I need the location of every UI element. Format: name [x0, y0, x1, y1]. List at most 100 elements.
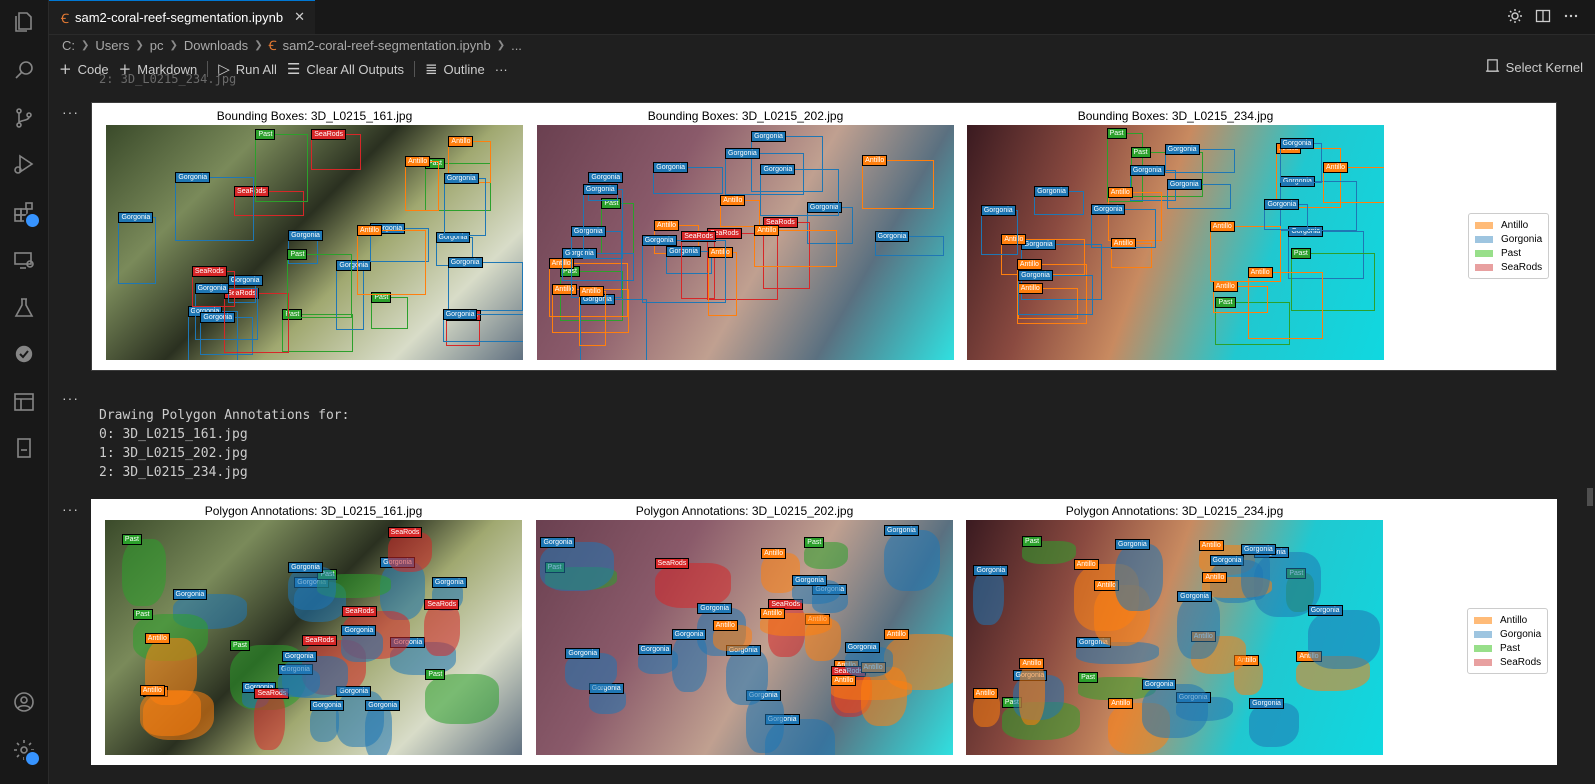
breadcrumb-item[interactable]: pc	[150, 38, 164, 53]
polygon-annotation	[654, 563, 732, 608]
polygon-annotation	[1249, 703, 1300, 747]
annotation-label: Gorgonia	[431, 577, 467, 589]
annotation-label: Past	[804, 537, 825, 549]
coral-reef-photo: PastAntilloSeaRodsGorgoniaGorgoniaAntill…	[536, 520, 953, 755]
figure-subplot-title: Bounding Boxes: 3D_L0215_234.jpg	[1077, 109, 1274, 123]
tab-label: sam2-coral-reef-segmentation.ipynb	[75, 10, 284, 25]
annotation-label: Antillo	[1202, 572, 1228, 584]
notebook-toolbar: + Code + Markdown ▷ Run All ☰ Clear All Outp…	[49, 58, 1595, 80]
annotation-label: Gorgonia	[1249, 698, 1284, 710]
legend-swatch	[1475, 249, 1493, 257]
source-control-icon[interactable]	[10, 104, 38, 132]
extensions-icon[interactable]	[10, 198, 41, 229]
annotation-label: Gorgonia	[1209, 555, 1245, 567]
annotation-label: Past	[425, 668, 446, 680]
annotation-label: Gorgonia	[697, 603, 733, 615]
clear-all-outputs-button[interactable]: ☰ Clear All Outputs	[287, 60, 404, 78]
bounding-box	[255, 134, 309, 203]
bounding-box	[405, 160, 439, 211]
legend-entry: SeaRods	[1475, 260, 1542, 274]
annotation-label: Gorgonia	[641, 235, 677, 247]
annotation-label: Gorgonia	[447, 256, 483, 268]
legend-label: Antillo	[1500, 614, 1528, 626]
kernel-icon	[1485, 58, 1500, 76]
split-editor-icon[interactable]	[1535, 8, 1551, 24]
cell-output-menu-button[interactable]: ···	[62, 390, 79, 406]
notebook-icon[interactable]	[10, 434, 38, 462]
explorer-icon[interactable]	[10, 8, 38, 36]
bounding-box	[447, 261, 523, 311]
tab-notebook[interactable]: Ꞓ sam2-coral-reef-segmentation.ipynb ✕	[49, 0, 315, 34]
breadcrumb-item[interactable]: sam2-coral-reef-segmentation.ipynb	[283, 38, 491, 53]
settings-gear-icon[interactable]	[1507, 8, 1523, 24]
legend-swatch	[1475, 221, 1493, 229]
bounding-box	[287, 253, 353, 318]
legend-swatch	[1474, 616, 1492, 624]
polygon-annotation	[288, 567, 336, 611]
annotation-label: Gorgonia	[1115, 538, 1150, 550]
run-debug-icon[interactable]	[10, 150, 38, 178]
search-icon[interactable]	[10, 56, 38, 84]
annotation-label: Gorgonia	[175, 171, 211, 183]
legend-entry: SeaRods	[1474, 655, 1541, 669]
coral-reef-photo: GorgoniaPastPastAntilloGorgoniaPastPastG…	[967, 125, 1384, 360]
close-icon[interactable]: ✕	[294, 9, 305, 25]
annotation-label: Antillo	[759, 607, 785, 619]
toolbar-more-button[interactable]: ···	[495, 62, 508, 77]
manage-clock-icon	[24, 750, 41, 767]
bounding-box	[582, 189, 623, 259]
outline-button[interactable]: ≣ Outline	[425, 60, 485, 78]
breadcrumb-item[interactable]: Users	[95, 38, 129, 53]
annotation-label: Past	[229, 639, 250, 651]
annotation-label: Antillo	[720, 195, 746, 207]
polygon-annotation	[1115, 543, 1164, 612]
testing-flask-icon[interactable]	[10, 294, 38, 322]
annotation-label: Antillo	[1323, 161, 1349, 173]
polygon-annotation	[725, 650, 768, 705]
select-kernel-button[interactable]: Select Kernel	[1485, 58, 1583, 76]
legend-swatch	[1475, 235, 1493, 243]
annotation-label: Gorgonia	[1177, 590, 1212, 602]
check-circle-icon[interactable]	[10, 340, 38, 368]
legend-swatch	[1474, 630, 1492, 638]
polygon-annotation	[1307, 609, 1380, 669]
legend-label: Antillo	[1501, 219, 1529, 231]
annotation-label: Gorgonia	[1164, 143, 1200, 155]
legend-entry: Antillo	[1475, 218, 1542, 232]
annotation-label: SeaRods	[654, 558, 690, 570]
annotation-label: Past	[132, 608, 153, 620]
annotation-label: Past	[287, 248, 308, 260]
panels-icon[interactable]	[10, 388, 38, 416]
bounding-box	[443, 177, 486, 236]
breadcrumb-item[interactable]: ...	[511, 38, 522, 53]
account-icon[interactable]	[10, 688, 38, 716]
cell-output-menu-button[interactable]: ···	[62, 501, 79, 517]
annotation-label: Antillo	[1019, 658, 1045, 670]
chevron-right-icon: ❯	[496, 39, 506, 51]
remote-explorer-icon[interactable]	[10, 246, 38, 274]
annotation-label: SeaRods	[302, 634, 337, 646]
coral-reef-photo: GorgoniaPastPastAntilloGorgoniaPastPastG…	[966, 520, 1383, 755]
polygon-annotation	[365, 705, 393, 755]
breadcrumb-item[interactable]: C:	[62, 38, 75, 53]
bounding-box	[760, 169, 839, 216]
tab-bar: Ꞓ sam2-coral-reef-segmentation.ipynb ✕	[49, 0, 1595, 35]
polygon-annotation	[1019, 663, 1045, 726]
annotation-label: Gorgonia	[341, 624, 377, 636]
breadcrumb-item[interactable]: Downloads	[184, 38, 248, 53]
bounding-box	[175, 176, 254, 241]
clear-outputs-label: Clear All Outputs	[306, 61, 404, 77]
manage-gear-icon[interactable]	[10, 736, 41, 767]
polygon-annotation	[973, 569, 1004, 625]
annotation-label: Past	[1106, 127, 1127, 139]
polygon-annotation	[1141, 683, 1208, 739]
figure-subplot-title: Bounding Boxes: 3D_L0215_161.jpg	[216, 109, 413, 123]
scrollbar-thumb[interactable]	[1587, 488, 1593, 506]
annotation-label: Past	[255, 129, 276, 141]
legend-entry: Past	[1475, 246, 1542, 260]
cell-output-menu-button[interactable]: ···	[62, 104, 79, 120]
breadcrumb: C: ❯ Users ❯ pc ❯ Downloads ❯ Ꞓ sam2-coral-r…	[62, 35, 522, 55]
legend-label: Past	[1500, 642, 1521, 654]
annotation-label: Antillo	[578, 285, 604, 297]
more-actions-icon[interactable]	[1563, 8, 1579, 24]
